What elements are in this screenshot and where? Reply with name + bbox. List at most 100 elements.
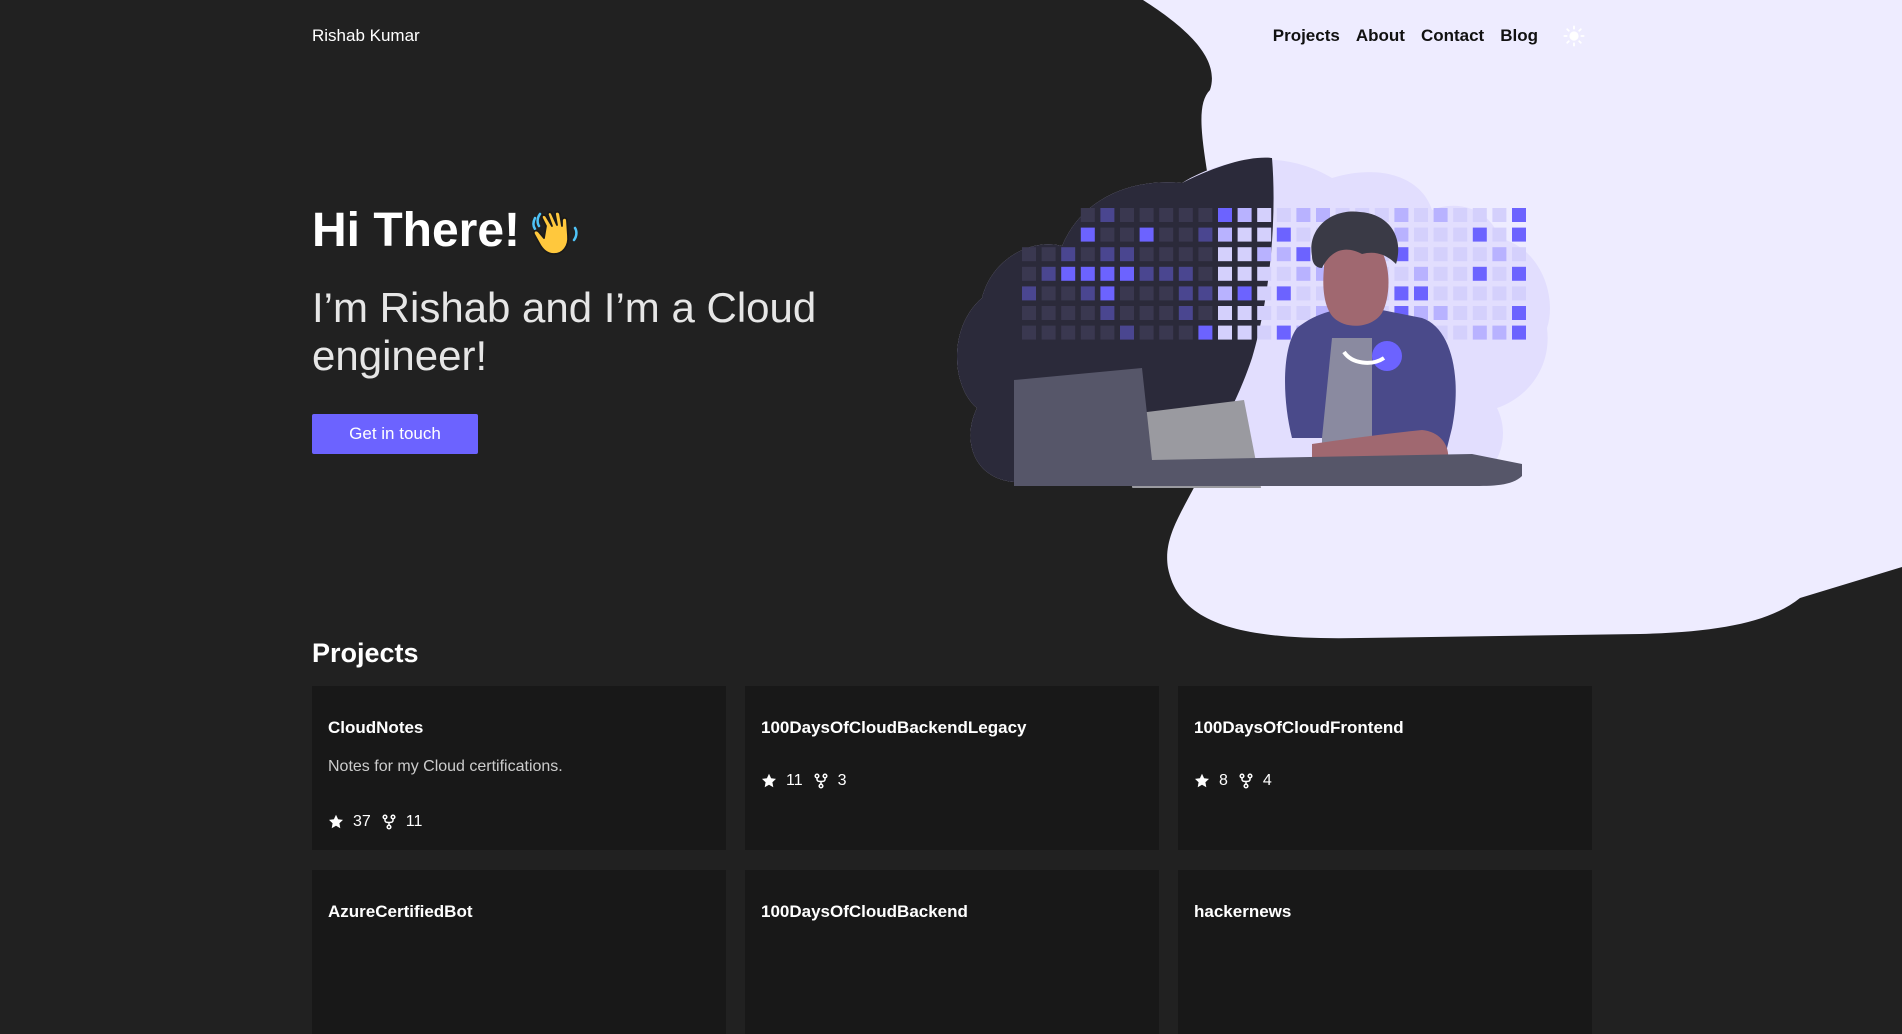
pixel-cell — [1100, 286, 1115, 301]
pixel-cell — [1296, 247, 1311, 262]
pixel-cell — [1512, 208, 1526, 222]
pixel-cell — [1276, 266, 1291, 281]
hero-title-text: Hi There! — [312, 204, 521, 257]
star-icon — [762, 773, 776, 788]
pixel-cell — [1296, 306, 1311, 320]
pixel-cell — [1472, 286, 1487, 301]
pixel-cell — [1178, 227, 1193, 242]
project-name: AzureCertifiedBot — [328, 902, 473, 921]
pixel-cell — [1257, 325, 1272, 340]
hero-section: Hi There! I’m Rishab and I’m a Cloud eng… — [312, 72, 1592, 638]
pixel-cell — [1198, 227, 1213, 242]
project-card-100daysofcloudfrontend[interactable]: 100DaysOfCloudFrontend 8 4 — [1178, 686, 1592, 850]
pixel-cell — [1061, 247, 1076, 262]
developer-illustration — [957, 157, 1550, 488]
pixel-cell — [1100, 227, 1115, 242]
pixel-cell — [1080, 286, 1095, 301]
pixel-cell — [1492, 325, 1507, 340]
pixel-cell — [1394, 208, 1409, 222]
project-card-cloudnotes[interactable]: CloudNotes Notes for my Cloud certificat… — [312, 686, 726, 850]
project-card-hackernews[interactable]: hackernews — [1178, 870, 1592, 1034]
pixel-cell — [1433, 286, 1448, 301]
pixel-cell — [1414, 227, 1428, 242]
project-stats: 37 11 — [328, 813, 432, 831]
pixel-cell — [1472, 325, 1487, 340]
get-in-touch-button[interactable]: Get in touch — [312, 414, 478, 454]
waving-hand-icon — [532, 210, 578, 255]
pixel-cell — [1041, 266, 1056, 281]
project-card-100daysofcloudbackend[interactable]: 100DaysOfCloudBackend — [745, 870, 1159, 1034]
pixel-cell — [1257, 286, 1272, 301]
project-stats: 11 3 — [761, 772, 857, 790]
pixel-cell — [1276, 286, 1291, 301]
project-card-100daysofcloudbackendlegacy[interactable]: 100DaysOfCloudBackendLegacy 11 3 — [745, 686, 1159, 850]
pixel-cell — [1296, 286, 1311, 301]
pixel-cell — [1218, 266, 1232, 281]
pixel-cell — [1472, 208, 1487, 222]
pixel-cell — [1022, 286, 1036, 301]
pixel-cell — [1512, 286, 1526, 301]
pixel-cell — [1257, 306, 1272, 320]
pixel-cell — [1492, 227, 1507, 242]
nav-link-blog[interactable]: Blog — [1500, 26, 1538, 46]
pixel-cell — [1139, 306, 1154, 320]
pixel-cell — [1453, 266, 1468, 281]
star-icon — [329, 814, 343, 829]
pixel-cell — [1433, 266, 1448, 281]
pixel-cell — [1198, 208, 1213, 222]
pixel-cell — [1218, 306, 1232, 320]
pixel-cell — [1080, 208, 1095, 222]
pixel-cell — [1080, 227, 1095, 242]
pixel-cell — [1041, 286, 1056, 301]
pixel-cell — [1178, 306, 1193, 320]
pixel-cell — [1120, 208, 1134, 222]
pixel-cell — [1100, 325, 1115, 340]
pixel-cell — [1061, 306, 1076, 320]
star-count: 11 — [786, 772, 803, 789]
star-icon — [1195, 773, 1209, 788]
project-name: 100DaysOfCloudBackendLegacy — [761, 718, 1027, 737]
pixel-cell — [1276, 227, 1291, 242]
pixel-cell — [1218, 247, 1232, 262]
pixel-cell — [1080, 306, 1095, 320]
pixel-cell — [1120, 325, 1134, 340]
pixel-cell — [1237, 227, 1252, 242]
star-count: 37 — [353, 813, 371, 830]
nav-link-about[interactable]: About — [1356, 26, 1405, 46]
project-stats: 8 4 — [1194, 772, 1282, 790]
nav-link-projects[interactable]: Projects — [1273, 26, 1340, 46]
pixel-cell — [1159, 286, 1174, 301]
theme-toggle-button[interactable] — [1562, 24, 1586, 48]
nav-links: Projects About Contact Blog — [1257, 24, 1586, 48]
pixel-cell — [1237, 306, 1252, 320]
pixel-cell — [1394, 286, 1409, 301]
pixel-cell — [1061, 286, 1076, 301]
pixel-cell — [1394, 266, 1409, 281]
pixel-cell — [1492, 306, 1507, 320]
pixel-cell — [1296, 227, 1311, 242]
pixel-cell — [1022, 325, 1036, 340]
pixel-cell — [1414, 286, 1428, 301]
pixel-cell — [1296, 266, 1311, 281]
pixel-cell — [1041, 325, 1056, 340]
pixel-cell — [1178, 286, 1193, 301]
pixel-cell — [1414, 266, 1428, 281]
pixel-cell — [1453, 286, 1468, 301]
top-nav: Rishab Kumar Projects About Contact Blog — [312, 0, 1592, 72]
pixel-cell — [1139, 266, 1154, 281]
pixel-cell — [1296, 208, 1311, 222]
pixel-cell — [1512, 266, 1526, 281]
pixel-cell — [1139, 208, 1154, 222]
pixel-cell — [1159, 227, 1174, 242]
pixel-cell — [1041, 306, 1056, 320]
nav-link-contact[interactable]: Contact — [1421, 26, 1484, 46]
brand-link[interactable]: Rishab Kumar — [312, 26, 420, 46]
pixel-cell — [1472, 266, 1487, 281]
pixel-cell — [1433, 247, 1448, 262]
fork-count: 4 — [1262, 772, 1272, 789]
fork-icon — [1239, 773, 1253, 789]
project-card-azurecertifiedbot[interactable]: AzureCertifiedBot — [312, 870, 726, 1034]
project-name: 100DaysOfCloudFrontend — [1194, 718, 1404, 737]
pixel-cell — [1139, 227, 1154, 242]
pixel-cell — [1276, 325, 1291, 340]
